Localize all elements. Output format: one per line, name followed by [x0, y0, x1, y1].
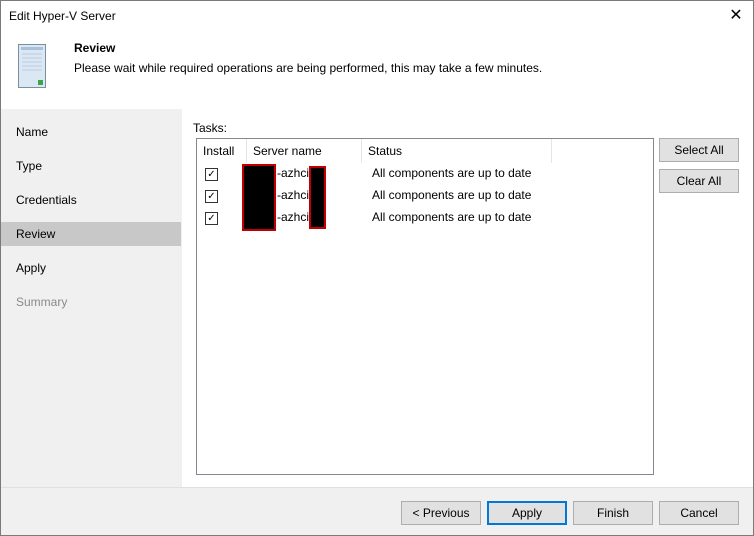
wizard-footer: < Previous Apply Finish Cancel — [1, 487, 753, 535]
install-checkbox[interactable]: ✓ — [205, 168, 218, 181]
sidebar-item-name[interactable]: Name — [1, 120, 181, 144]
window-title: Edit Hyper-V Server — [9, 9, 116, 23]
status-cell: All components are up to date — [372, 188, 532, 202]
server-name-cell: -azhci — [277, 210, 310, 224]
sidebar-item-summary: Summary — [16, 295, 68, 309]
cancel-button[interactable]: Cancel — [659, 501, 739, 525]
sidebar-item-review[interactable]: Review — [1, 222, 181, 246]
title-bar: Edit Hyper-V Server ✕ — [1, 1, 753, 31]
server-name-cell: -azhci — [277, 166, 310, 180]
wizard-steps-sidebar: Name Type Credentials Review Apply Summa… — [1, 109, 181, 487]
install-checkbox[interactable]: ✓ — [205, 212, 218, 225]
tasks-grid-header: Install Server name Status — [197, 139, 653, 164]
status-cell: All components are up to date — [372, 166, 532, 180]
server-name-cell: -azhci — [277, 188, 310, 202]
page-subtitle: Please wait while required operations ar… — [74, 61, 543, 75]
tasks-grid[interactable]: Install Server name Status ✓ -azhci All … — [196, 138, 654, 475]
redaction-box — [242, 164, 276, 231]
wizard-header: Review Please wait while required operat… — [1, 31, 753, 109]
page-title: Review — [74, 41, 116, 55]
wizard-body: Name Type Credentials Review Apply Summa… — [1, 109, 753, 487]
close-icon[interactable]: ✕ — [719, 1, 753, 31]
sidebar-item-credentials[interactable]: Credentials — [1, 188, 181, 212]
clear-all-button[interactable]: Clear All — [659, 169, 739, 193]
sidebar-item-type[interactable]: Type — [1, 154, 181, 178]
column-header-server-name[interactable]: Server name — [247, 139, 362, 163]
server-document-icon — [18, 44, 46, 88]
install-checkbox[interactable]: ✓ — [205, 190, 218, 203]
column-header-status[interactable]: Status — [362, 139, 552, 163]
tasks-label: Tasks: — [193, 121, 228, 135]
previous-button[interactable]: < Previous — [401, 501, 481, 525]
sidebar-item-apply[interactable]: Apply — [1, 256, 181, 280]
edit-hyperv-server-dialog: Edit Hyper-V Server ✕ Review Please wait… — [0, 0, 754, 536]
select-all-button[interactable]: Select All — [659, 138, 739, 162]
column-header-install[interactable]: Install — [197, 139, 247, 163]
review-content: Tasks: Install Server name Status ✓ -azh… — [182, 109, 753, 487]
status-cell: All components are up to date — [372, 210, 532, 224]
finish-button[interactable]: Finish — [573, 501, 653, 525]
apply-button[interactable]: Apply — [487, 501, 567, 525]
redaction-box — [309, 166, 326, 229]
